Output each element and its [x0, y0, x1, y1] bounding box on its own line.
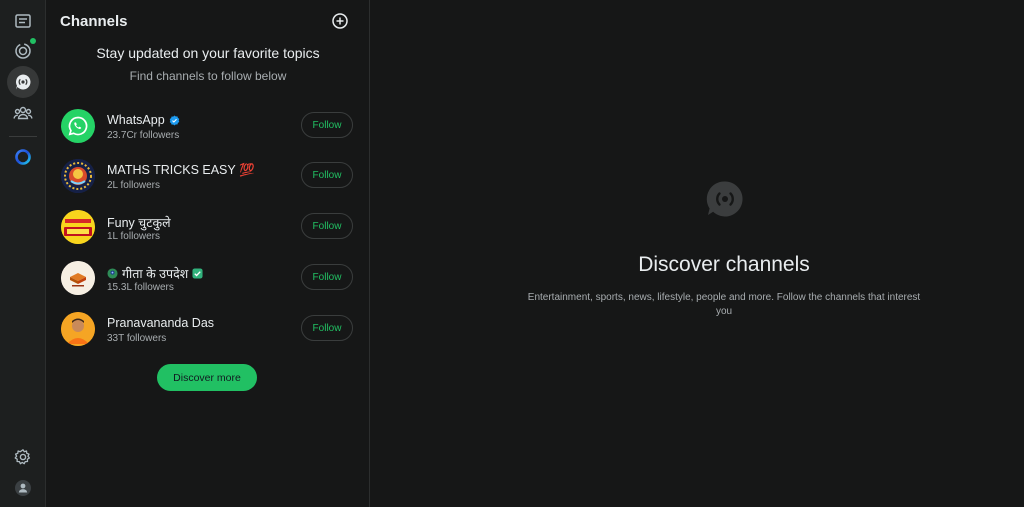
channel-name: MATHS TRICKS EASY 💯	[107, 163, 255, 177]
meta-ai-button[interactable]	[7, 141, 39, 173]
channel-item-funy[interactable]: Funy चुटकुले 1L followers Follow	[60, 206, 356, 250]
channel-item-maths-tricks-easy[interactable]: MATHS TRICKS EASY 💯 2L followers Follow	[60, 155, 356, 199]
channel-avatar	[61, 109, 95, 143]
settings-button[interactable]	[7, 441, 39, 473]
status-unread-dot	[30, 38, 36, 44]
maths-avatar-icon	[61, 159, 95, 193]
channel-avatar	[61, 159, 95, 193]
status-icon	[15, 43, 31, 59]
channels-button[interactable]	[7, 66, 39, 98]
channel-followers: 1L followers	[107, 231, 160, 242]
channel-item-gita-ke-updesh[interactable]: गीता के उपदेश 15.3L followers Follow	[60, 257, 356, 301]
channel-followers: 33T followers	[107, 333, 167, 344]
meta-ai-icon	[15, 149, 31, 165]
follow-button[interactable]: Follow	[301, 315, 353, 341]
channel-name: WhatsApp	[107, 113, 180, 127]
channel-item-whatsapp[interactable]: WhatsApp 23.7Cr followers Follow	[60, 105, 356, 149]
channels-broadcast-icon	[706, 181, 743, 217]
follow-button[interactable]: Follow	[301, 112, 353, 138]
channel-avatar	[61, 210, 95, 244]
communities-button[interactable]	[7, 97, 39, 129]
channels-panel: Channels Stay updated on your favorite t…	[46, 0, 370, 507]
whatsapp-logo-icon	[68, 116, 88, 136]
peacock-feather-icon	[107, 268, 118, 279]
main-description: Entertainment, sports, news, lifestyle, …	[527, 292, 921, 317]
nav-rail	[0, 0, 46, 507]
follow-button[interactable]: Follow	[301, 264, 353, 290]
status-button[interactable]	[7, 35, 39, 67]
channel-name: Pranavananda Das	[107, 316, 215, 330]
panel-subtitle: Find channels to follow below	[129, 69, 287, 83]
new-channel-button[interactable]	[330, 11, 350, 31]
channel-name: गीता के उपदेश	[107, 265, 203, 282]
gita-avatar-icon	[61, 261, 95, 295]
channel-followers: 23.7Cr followers	[107, 130, 180, 141]
verified-icon	[169, 114, 179, 126]
chats-icon	[15, 14, 31, 28]
profile-icon	[15, 480, 31, 496]
plus-circle-icon	[332, 13, 348, 29]
main-empty-state: Discover channels Entertainment, sports,…	[370, 0, 1024, 507]
channel-avatar	[61, 312, 95, 346]
channel-followers: 15.3L followers	[107, 282, 174, 293]
settings-icon	[14, 449, 31, 465]
communities-icon	[13, 106, 33, 120]
discover-more-button[interactable]: Discover more	[157, 364, 257, 391]
person-avatar-icon	[61, 312, 95, 346]
funy-avatar-icon	[61, 210, 95, 244]
channel-name-text: WhatsApp	[107, 113, 165, 127]
rail-divider	[9, 136, 37, 137]
channel-name: Funy चुटकुले	[107, 216, 171, 230]
panel-headline: Stay updated on your favorite topics	[96, 45, 320, 61]
panel-title: Channels	[60, 13, 128, 30]
channels-icon	[15, 74, 31, 90]
chats-button[interactable]	[7, 5, 39, 37]
follow-button[interactable]: Follow	[301, 213, 353, 239]
channel-followers: 2L followers	[107, 180, 160, 191]
main-title: Discover channels	[638, 253, 810, 276]
profile-button[interactable]	[7, 472, 39, 504]
channel-name-text: गीता के उपदेश	[122, 267, 189, 281]
channel-avatar	[61, 261, 95, 295]
follow-button[interactable]: Follow	[301, 162, 353, 188]
check-icon	[192, 268, 203, 279]
channel-item-pranavananda-das[interactable]: Pranavananda Das 33T followers Follow	[60, 308, 356, 352]
